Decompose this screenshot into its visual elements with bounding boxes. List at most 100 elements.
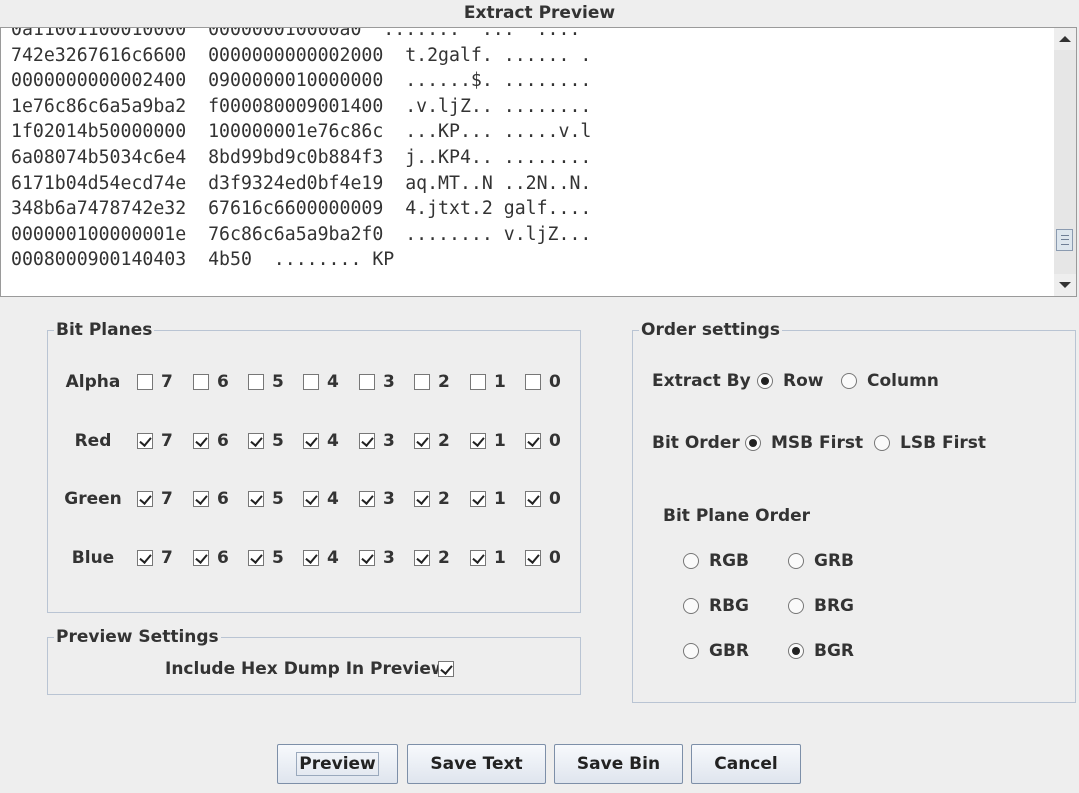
blue-bit-3-label: 3 bbox=[383, 548, 395, 568]
scroll-thumb[interactable] bbox=[1056, 229, 1073, 251]
bit-order-msb-first-label: MSB First bbox=[771, 433, 864, 453]
preview-button[interactable]: Preview bbox=[277, 744, 398, 784]
bit-plane-order-bgr-label: BGR bbox=[814, 641, 855, 661]
alpha-bit-2-checkbox[interactable] bbox=[414, 374, 430, 390]
bit-plane-order-rgb-label: RGB bbox=[709, 551, 750, 571]
alpha-bit-2-label: 2 bbox=[438, 372, 450, 392]
blue-bit-4-label: 4 bbox=[327, 548, 339, 568]
hex-dump-line: 1e76c86c6a5a9ba2 f000080009001400 .v.ljZ… bbox=[11, 95, 592, 117]
red-bit-4-checkbox[interactable] bbox=[303, 433, 319, 449]
green-bit-1-checkbox[interactable] bbox=[470, 491, 486, 507]
window-title: Extract Preview bbox=[463, 3, 616, 23]
green-bit-0-checkbox[interactable] bbox=[525, 491, 541, 507]
blue-bit-2-checkbox[interactable] bbox=[414, 550, 430, 566]
blue-bit-5-label: 5 bbox=[272, 548, 284, 568]
alpha-bit-4-label: 4 bbox=[327, 372, 339, 392]
blue-bit-6-checkbox[interactable] bbox=[193, 550, 209, 566]
red-bit-5-checkbox[interactable] bbox=[248, 433, 264, 449]
green-bit-0-label: 0 bbox=[549, 489, 561, 509]
alpha-bit-3-checkbox[interactable] bbox=[359, 374, 375, 390]
include-hex-dump-checkbox[interactable] bbox=[438, 661, 454, 677]
green-bit-4-label: 4 bbox=[327, 489, 339, 509]
blue-bit-7-checkbox[interactable] bbox=[137, 550, 153, 566]
alpha-bit-1-label: 1 bbox=[494, 372, 506, 392]
blue-bit-6-label: 6 bbox=[217, 548, 229, 568]
red-bit-2-label: 2 bbox=[438, 431, 450, 451]
blue-bit-0-checkbox[interactable] bbox=[525, 550, 541, 566]
bit-plane-order-brg-radio[interactable] bbox=[788, 598, 804, 614]
green-bit-7-checkbox[interactable] bbox=[137, 491, 153, 507]
extract-by-row-radio[interactable] bbox=[757, 373, 773, 389]
scroll-down-arrow-icon[interactable] bbox=[1054, 274, 1076, 296]
bit-plane-order-brg-label: BRG bbox=[814, 596, 855, 616]
green-bit-2-checkbox[interactable] bbox=[414, 491, 430, 507]
hex-dump-line: 0a11001100010000 000000010000a0 ....... … bbox=[11, 27, 581, 40]
cancel-button[interactable]: Cancel bbox=[691, 744, 801, 784]
save-bin-button[interactable]: Save Bin bbox=[554, 744, 683, 784]
hex-dump-line: 0000000000002400 0900000010000000 ......… bbox=[11, 70, 592, 92]
alpha-bit-7-checkbox[interactable] bbox=[137, 374, 153, 390]
green-bit-3-checkbox[interactable] bbox=[359, 491, 375, 507]
blue-bit-5-checkbox[interactable] bbox=[248, 550, 264, 566]
red-bit-0-checkbox[interactable] bbox=[525, 433, 541, 449]
bit-plane-order-label: Bit Plane Order bbox=[663, 506, 811, 526]
green-bit-4-checkbox[interactable] bbox=[303, 491, 319, 507]
bit-plane-order-grb-radio[interactable] bbox=[788, 553, 804, 569]
alpha-bit-1-checkbox[interactable] bbox=[470, 374, 486, 390]
green-bit-6-label: 6 bbox=[217, 489, 229, 509]
blue-bit-4-checkbox[interactable] bbox=[303, 550, 319, 566]
hex-dump-lines: 0a11001100010000 000000010000a0 ....... … bbox=[11, 27, 592, 273]
scroll-up-arrow-icon[interactable] bbox=[1054, 28, 1076, 50]
hex-dump-line: 6171b04d54ecd74e d3f9324ed0bf4e19 aq.MT.… bbox=[11, 172, 592, 194]
bit-plane-order-rbg-radio[interactable] bbox=[683, 598, 699, 614]
alpha-bit-4-checkbox[interactable] bbox=[303, 374, 319, 390]
bit-order-lsb-first-radio[interactable] bbox=[874, 435, 890, 451]
alpha-bit-7-label: 7 bbox=[161, 372, 173, 392]
include-hex-dump-label: Include Hex Dump In Preview bbox=[165, 659, 447, 679]
alpha-bit-6-checkbox[interactable] bbox=[193, 374, 209, 390]
bit-order-msb-first-radio[interactable] bbox=[745, 435, 761, 451]
bit-order-lsb-first-label: LSB First bbox=[900, 433, 987, 453]
red-bit-7-checkbox[interactable] bbox=[137, 433, 153, 449]
preview-settings-legend: Preview Settings bbox=[56, 627, 219, 647]
hex-dump-line: 348b6a7478742e32 67616c6600000009 4.jtxt… bbox=[11, 198, 592, 220]
red-bit-3-checkbox[interactable] bbox=[359, 433, 375, 449]
alpha-bit-6-label: 6 bbox=[217, 372, 229, 392]
order-settings-legend: Order settings bbox=[641, 320, 780, 340]
bit-plane-row-label-alpha: Alpha bbox=[65, 372, 121, 392]
extract-by-column-label: Column bbox=[867, 371, 939, 391]
extract-by-row-label: Row bbox=[783, 371, 824, 391]
blue-bit-7-label: 7 bbox=[161, 548, 173, 568]
bit-plane-order-bgr-radio[interactable] bbox=[788, 643, 804, 659]
red-bit-2-checkbox[interactable] bbox=[414, 433, 430, 449]
blue-bit-3-checkbox[interactable] bbox=[359, 550, 375, 566]
red-bit-6-label: 6 bbox=[217, 431, 229, 451]
red-bit-6-checkbox[interactable] bbox=[193, 433, 209, 449]
extract-by-column-radio[interactable] bbox=[841, 373, 857, 389]
alpha-bit-0-checkbox[interactable] bbox=[525, 374, 541, 390]
blue-bit-0-label: 0 bbox=[549, 548, 561, 568]
alpha-bit-5-checkbox[interactable] bbox=[248, 374, 264, 390]
bit-plane-row-label-green: Green bbox=[64, 489, 122, 509]
blue-bit-1-checkbox[interactable] bbox=[470, 550, 486, 566]
bit-plane-order-gbr-radio[interactable] bbox=[683, 643, 699, 659]
save-text-button[interactable]: Save Text bbox=[407, 744, 546, 784]
bit-plane-order-rbg-label: RBG bbox=[709, 596, 750, 616]
bit-plane-order-rgb-radio[interactable] bbox=[683, 553, 699, 569]
green-bit-6-checkbox[interactable] bbox=[193, 491, 209, 507]
red-bit-3-label: 3 bbox=[383, 431, 395, 451]
green-bit-2-label: 2 bbox=[438, 489, 450, 509]
blue-bit-2-label: 2 bbox=[438, 548, 450, 568]
preview-text-area[interactable]: 0a11001100010000 000000010000a0 ....... … bbox=[0, 27, 1055, 297]
green-bit-5-checkbox[interactable] bbox=[248, 491, 264, 507]
bit-plane-row-label-blue: Blue bbox=[71, 548, 115, 568]
hex-dump-line: 0008000900140403 4b50 ........ KP bbox=[11, 249, 395, 271]
blue-bit-1-label: 1 bbox=[494, 548, 506, 568]
bit-planes-legend: Bit Planes bbox=[56, 320, 153, 340]
red-bit-1-checkbox[interactable] bbox=[470, 433, 486, 449]
alpha-bit-5-label: 5 bbox=[272, 372, 284, 392]
green-bit-7-label: 7 bbox=[161, 489, 173, 509]
red-bit-7-label: 7 bbox=[161, 431, 173, 451]
preview-scrollbar[interactable] bbox=[1054, 27, 1077, 297]
bit-plane-row-label-red: Red bbox=[74, 431, 112, 451]
